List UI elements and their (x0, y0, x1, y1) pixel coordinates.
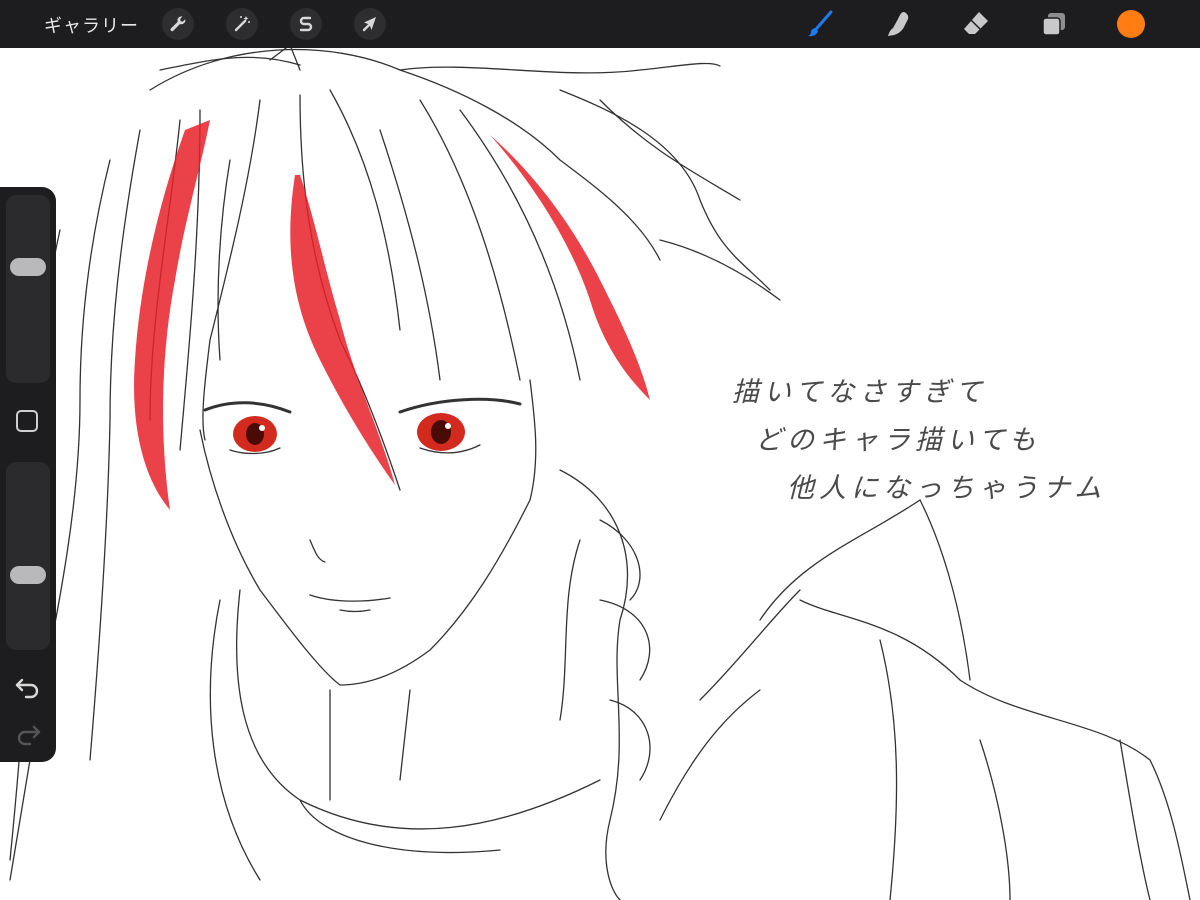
adjustments-button[interactable] (226, 8, 258, 40)
selection-button[interactable] (290, 8, 322, 40)
smudge-finger-icon (888, 12, 909, 36)
arrow-cursor-icon (362, 17, 376, 32)
redo-icon[interactable] (14, 722, 42, 746)
layers-icon (1042, 13, 1065, 36)
gallery-button[interactable]: ギャラリー (44, 12, 139, 38)
red-hair-streaks (134, 120, 650, 510)
color-picker-button[interactable] (1117, 10, 1145, 38)
undo-icon[interactable] (14, 675, 42, 699)
note-line-1: 描いてなさすぎて (732, 377, 988, 408)
side-toolbar (0, 187, 56, 762)
brush-size-slider[interactable] (6, 195, 50, 383)
brush-size-handle[interactable] (10, 257, 46, 276)
selection-s-icon (299, 16, 313, 32)
transform-button[interactable] (354, 8, 386, 40)
note-line-3: 他人になっちゃうナム (787, 473, 1107, 504)
smudge-tool-button[interactable] (880, 6, 916, 42)
actions-button[interactable] (162, 8, 194, 40)
top-toolbar: ギャラリー (0, 0, 1200, 48)
eraser-icon (964, 12, 988, 34)
magic-wand-icon (234, 16, 250, 32)
brush-icon (808, 10, 833, 37)
layers-button[interactable] (1036, 6, 1072, 42)
drawing-canvas[interactable]: 描いてなさすぎて どのキャラ描いても 他人になっちゃうナム (0, 48, 1200, 900)
wrench-icon (170, 16, 186, 32)
eraser-tool-button[interactable] (958, 6, 994, 42)
brush-tool-button[interactable] (802, 6, 838, 42)
opacity-slider[interactable] (6, 462, 50, 650)
note-line-2: どのキャラ描いても (755, 425, 1041, 456)
opacity-handle[interactable] (10, 565, 46, 584)
red-eyes (233, 413, 465, 452)
square-modify-icon[interactable] (16, 410, 38, 432)
